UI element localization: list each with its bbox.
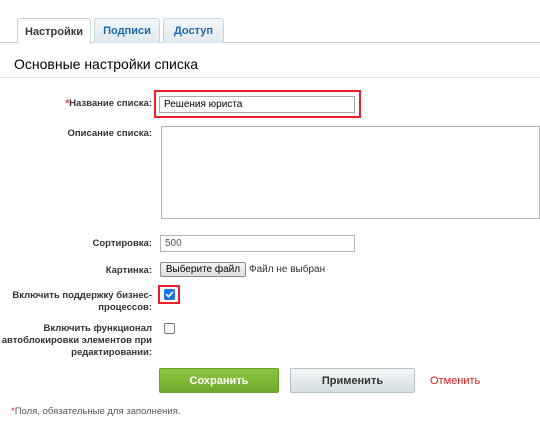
tab-captions[interactable]: Подписи [94, 18, 160, 43]
choose-file-button[interactable]: Выберите файл [160, 262, 246, 277]
list-name-label: *Название списка: [65, 98, 152, 109]
autolock-label-line3: редактировании: [71, 347, 152, 358]
list-description-label: Описание списка: [67, 128, 153, 139]
footnote-text: Поля, обязательные для заполнения. [14, 406, 181, 417]
autolock-checkbox[interactable] [164, 323, 175, 334]
autolock-label: Включить функционал автоблокировки элеме… [2, 323, 152, 359]
section-divider [0, 77, 540, 78]
sort-input[interactable] [160, 235, 355, 252]
bp-support-checkbox[interactable] [164, 289, 175, 300]
bp-support-label-line1: Включить поддержку бизнес- [12, 290, 152, 301]
bp-support-label-line2: процессов: [98, 302, 152, 313]
sort-label: Сортировка: [92, 238, 152, 249]
list-name-input[interactable] [159, 96, 355, 113]
apply-button[interactable]: Применить [290, 368, 415, 393]
save-button[interactable]: Сохранить [159, 368, 279, 393]
checkmark-icon [165, 291, 174, 298]
picture-label: Картинка: [105, 265, 152, 276]
section-title: Основные настройки списка [14, 56, 199, 72]
tabs-bar: Настройки Подписи Доступ [0, 0, 540, 44]
autolock-label-line2: автоблокировки элементов при [1, 335, 152, 346]
tab-access[interactable]: Доступ [163, 18, 224, 43]
list-name-label-text: Название списка: [69, 98, 152, 109]
bp-support-label: Включить поддержку бизнес- процессов: [12, 290, 152, 314]
autolock-label-line1: Включить функционал [43, 323, 152, 334]
required-fields-note: *Поля, обязательные для заполнения. [11, 406, 181, 417]
tab-settings[interactable]: Настройки [17, 18, 91, 44]
cancel-link[interactable]: Отменить [430, 375, 480, 387]
list-description-textarea[interactable] [161, 126, 540, 219]
file-status-text: Файл не выбран [249, 264, 326, 275]
